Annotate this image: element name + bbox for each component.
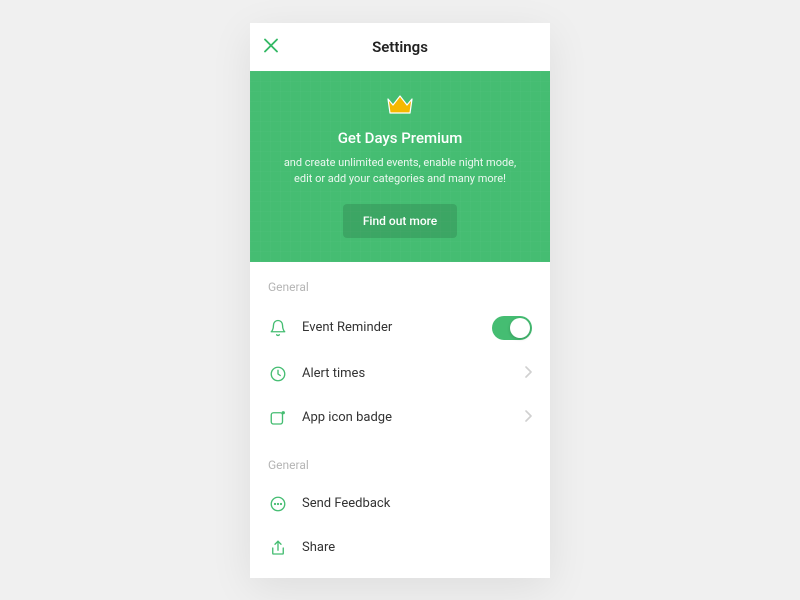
header: Settings [250,23,550,71]
section-general-2: General Send Feedback Share [250,440,550,570]
row-app-icon-badge[interactable]: App icon badge [250,396,550,440]
settings-screen: Settings Get Days Premium and create unl… [250,23,550,578]
badge-icon [268,408,288,428]
clock-icon [268,364,288,384]
chat-icon [268,494,288,514]
premium-banner: Get Days Premium and create unlimited ev… [250,71,550,262]
section-header: General [250,262,550,304]
row-share[interactable]: Share [250,526,550,570]
chevron-right-icon [525,410,532,426]
page-title: Settings [372,38,428,56]
row-event-reminder[interactable]: Event Reminder [250,304,550,352]
row-label: Share [302,540,532,555]
row-label: Send Feedback [302,496,532,511]
row-label: Event Reminder [302,320,492,335]
row-label: App icon badge [302,410,525,425]
section-header: General [250,440,550,482]
premium-description: and create unlimited events, enable nigh… [274,155,526,188]
crown-icon [386,93,414,119]
close-button[interactable] [264,36,278,57]
chevron-right-icon [525,366,532,382]
find-out-more-button[interactable]: Find out more [343,204,457,238]
row-send-feedback[interactable]: Send Feedback [250,482,550,526]
premium-title: Get Days Premium [274,129,526,147]
close-icon [264,38,278,52]
event-reminder-toggle[interactable] [492,316,532,340]
bell-icon [268,318,288,338]
row-alert-times[interactable]: Alert times [250,352,550,396]
section-general-1: General Event Reminder Alert times [250,262,550,440]
row-label: Alert times [302,366,525,381]
share-icon [268,538,288,558]
